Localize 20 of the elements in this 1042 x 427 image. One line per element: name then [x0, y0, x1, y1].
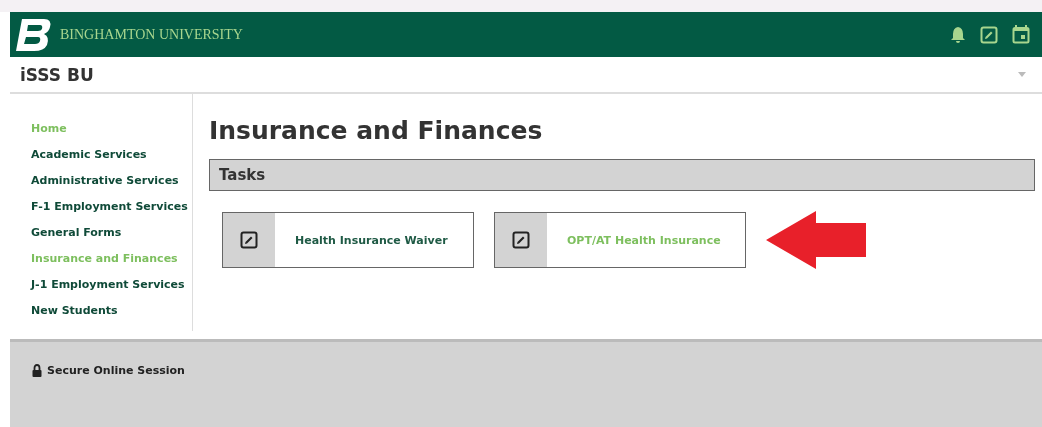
sidebar-link[interactable]: Administrative Services: [10, 172, 192, 190]
sidebar-link[interactable]: New Students: [10, 302, 192, 320]
sidebar-link[interactable]: Academic Services: [10, 146, 192, 164]
edit-icon: [512, 231, 530, 249]
task-title: OPT/AT Health Insurance: [566, 232, 722, 249]
page-title: Insurance and Finances: [209, 116, 544, 147]
sidebar-link[interactable]: General Forms: [10, 224, 192, 242]
edit-icon: [240, 231, 258, 249]
task-title: Health Insurance Waiver: [294, 232, 449, 249]
sidebar-link[interactable]: J-1 Employment Services: [10, 276, 192, 294]
bell-icon[interactable]: [950, 25, 966, 44]
section-title: Tasks: [219, 166, 266, 184]
session-label: Secure Online Session: [47, 364, 185, 377]
calendar-icon[interactable]: [1012, 25, 1030, 44]
site-title: iSSS BU: [20, 64, 94, 85]
task-card[interactable]: Health Insurance Waiver: [222, 212, 474, 268]
lock-icon: [32, 364, 42, 377]
edit-icon[interactable]: [980, 25, 998, 44]
university-name: BINGHAMTON UNIVERSITY: [60, 26, 243, 43]
sidebar-link[interactable]: F-1 Employment Services: [10, 198, 192, 216]
